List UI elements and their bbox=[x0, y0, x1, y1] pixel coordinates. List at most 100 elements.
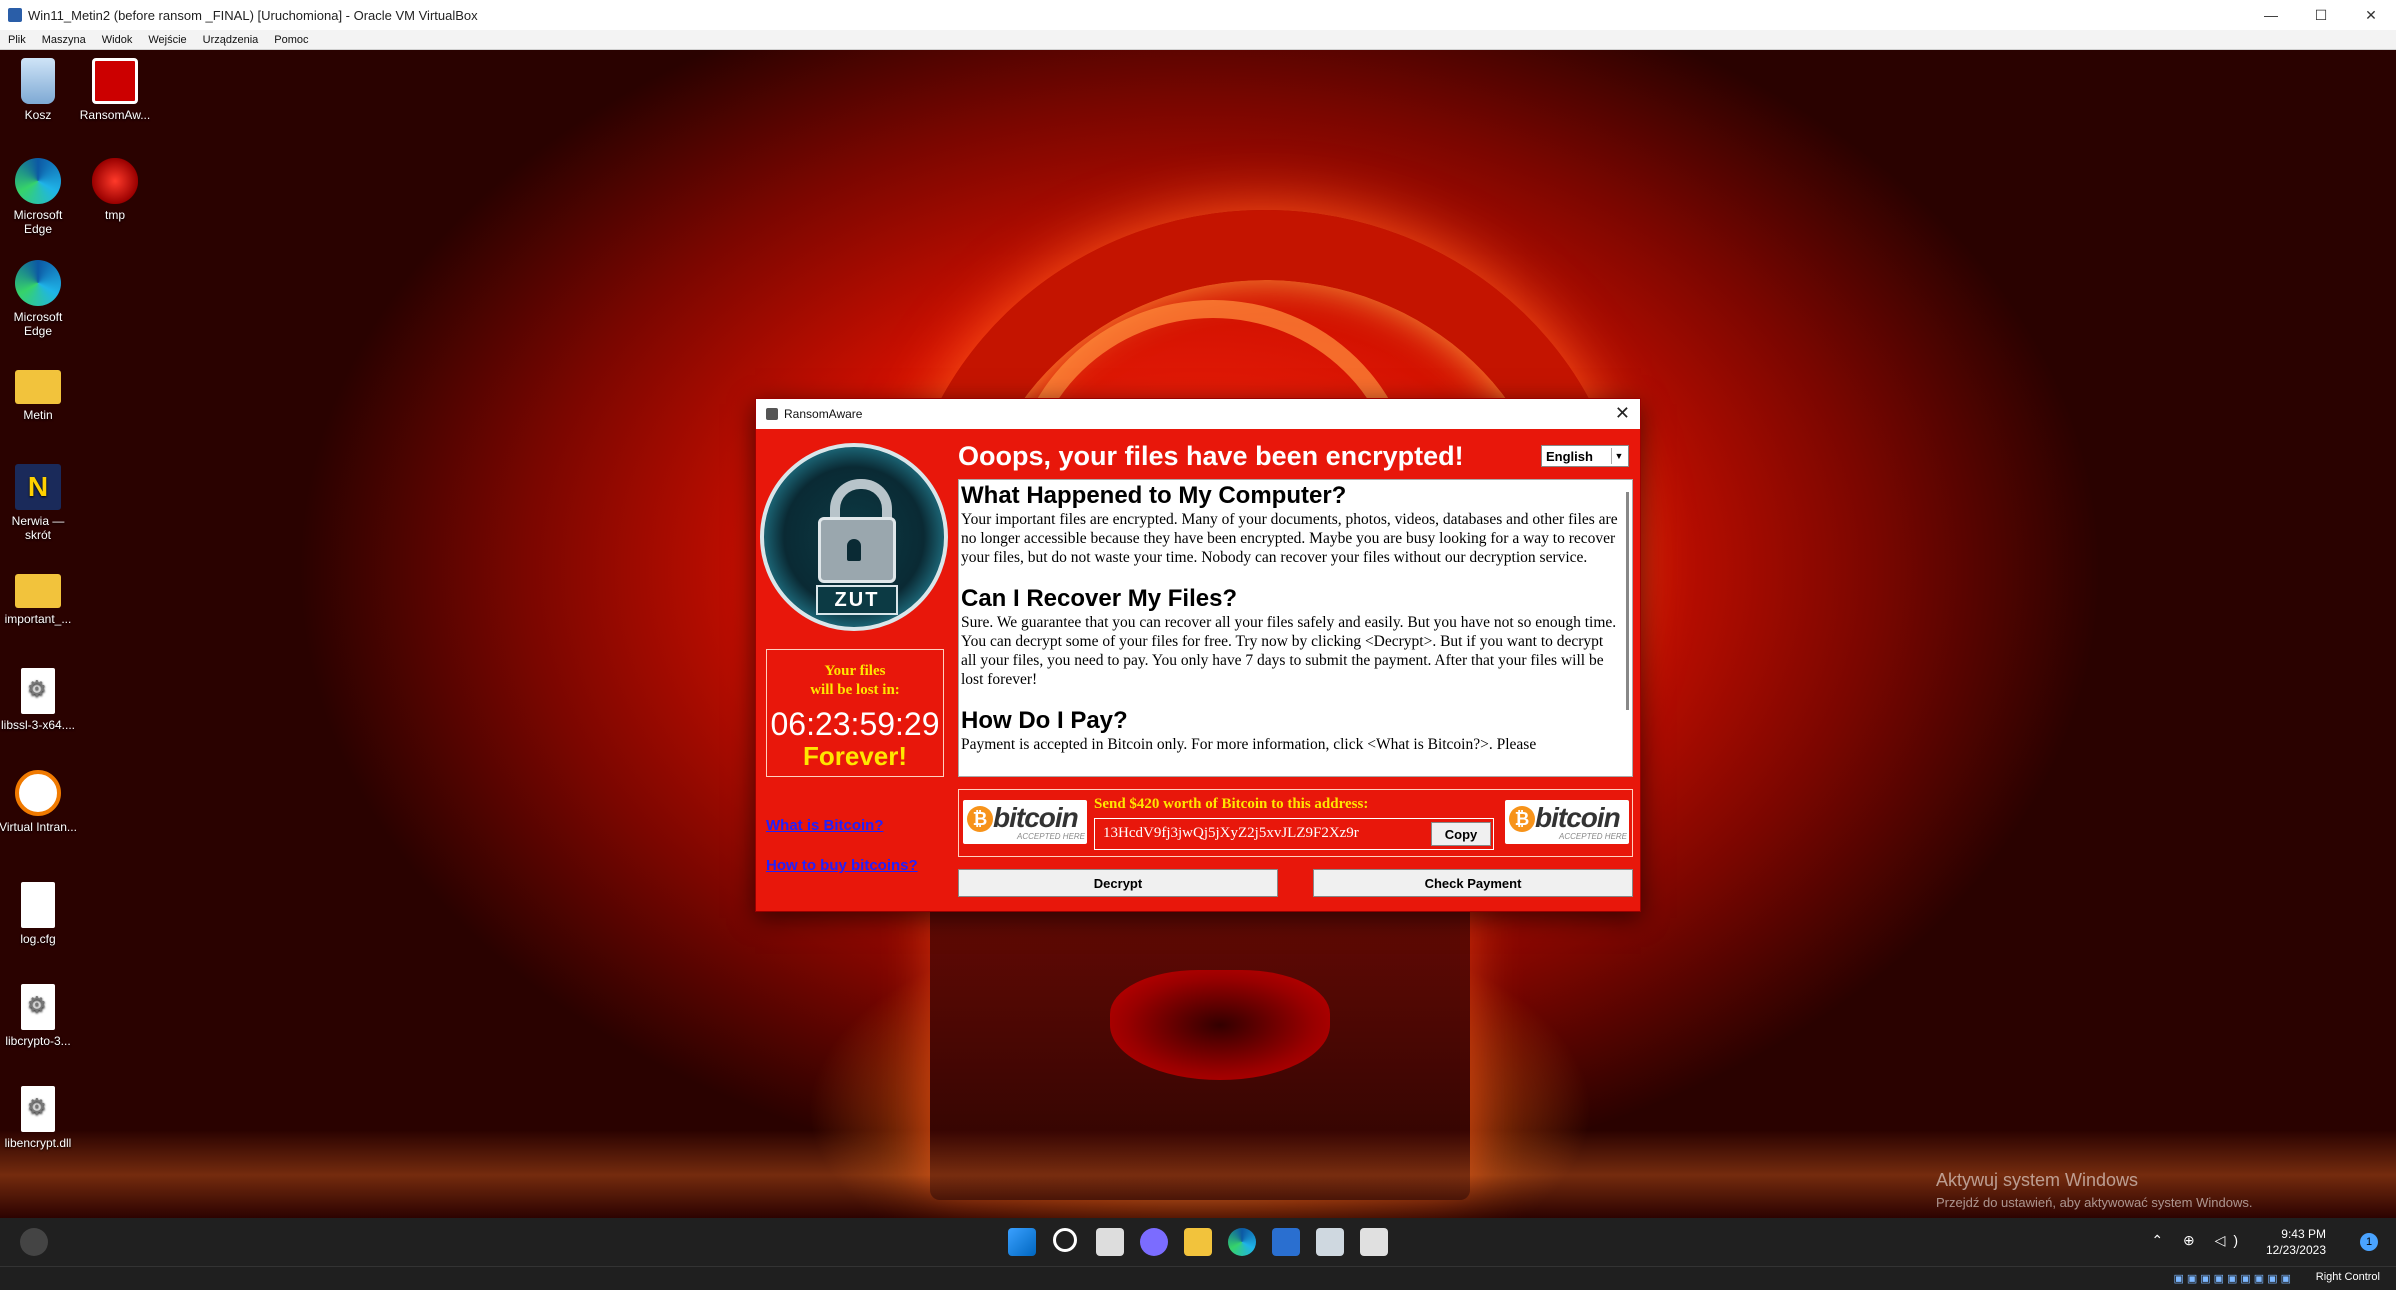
recycle-bin-icon bbox=[21, 58, 55, 104]
what-is-bitcoin-link[interactable]: What is Bitcoin? bbox=[766, 817, 884, 834]
desktop-icon-important[interactable]: important_... bbox=[0, 566, 78, 626]
bitcoin-sub: ACCEPTED HERE bbox=[1017, 832, 1086, 841]
ransomaware-titlebar: RansomAware ✕ bbox=[756, 399, 1640, 429]
desktop-icon-libcrypto[interactable]: libcrypto-3... bbox=[0, 984, 78, 1048]
ransom-headline: Ooops, your files have been encrypted! bbox=[958, 441, 1464, 471]
edge-icon bbox=[15, 260, 61, 306]
desktop-icon-label: RansomAw... bbox=[79, 108, 151, 122]
ransom-note-text[interactable]: What Happened to My Computer? Your impor… bbox=[958, 479, 1633, 777]
menu-wejscie[interactable]: Wejście bbox=[140, 34, 194, 46]
vbox-device-icons[interactable]: ▣▣▣▣▣▣▣▣▣ bbox=[2173, 1272, 2294, 1285]
countdown-box: Your files will be lost in: 06:23:59:29 … bbox=[766, 649, 944, 777]
payment-box: ₿ bitcoin ACCEPTED HERE Send $420 worth … bbox=[958, 789, 1633, 857]
keyhole-icon bbox=[847, 539, 861, 561]
menu-urzadzenia[interactable]: Urządzenia bbox=[195, 34, 267, 46]
timer-label-line1: Your files bbox=[824, 663, 886, 679]
desktop-icon-edge-2[interactable]: Microsoft Edge bbox=[0, 260, 78, 338]
desktop-icon-label: libencrypt.dll bbox=[4, 1136, 72, 1150]
scrollbar[interactable] bbox=[1626, 492, 1629, 710]
system-tray-icons[interactable]: ⌃ ⊕ ◁) bbox=[2151, 1232, 2246, 1249]
vbox-statusbar: ▣▣▣▣▣▣▣▣▣ Right Control bbox=[0, 1266, 2396, 1290]
nerwia-icon: N bbox=[15, 464, 61, 510]
chevron-down-icon: ▼ bbox=[1611, 448, 1626, 464]
desktop-icon-label: Kosz bbox=[24, 108, 52, 122]
task-view-icon[interactable] bbox=[1096, 1228, 1124, 1256]
file-explorer-icon[interactable] bbox=[1184, 1228, 1212, 1256]
bitcoin-accepted-badge-right: ₿ bitcoin ACCEPTED HERE bbox=[1505, 800, 1629, 844]
bitcoin-address-field[interactable]: 13HcdV9fj3jwQj5jXyZ2j5xvJLZ9F2Xz9r Copy bbox=[1094, 818, 1494, 850]
desktop-icon-nerwia[interactable]: N Nerwia — skrót bbox=[0, 464, 78, 542]
vbox-menubar: Plik Maszyna Widok Wejście Urządzenia Po… bbox=[0, 30, 2396, 50]
check-payment-button[interactable]: Check Payment bbox=[1313, 869, 1633, 897]
clock-time: 9:43 PM bbox=[2281, 1227, 2326, 1241]
minimize-button[interactable]: — bbox=[2246, 0, 2296, 30]
bitcoin-icon: ₿ bbox=[1509, 806, 1535, 832]
menu-pomoc[interactable]: Pomoc bbox=[266, 34, 316, 46]
desktop-icon-metin[interactable]: Metin bbox=[0, 362, 78, 422]
folder-icon bbox=[15, 370, 61, 404]
bitcoin-accepted-badge: ₿ bitcoin ACCEPTED HERE bbox=[963, 800, 1087, 844]
section-body: Sure. We guarantee that you can recover … bbox=[961, 614, 1617, 688]
close-icon[interactable]: ✕ bbox=[1615, 403, 1630, 424]
folder-icon bbox=[15, 574, 61, 608]
desktop-icon-label: Nerwia — skrót bbox=[11, 514, 65, 542]
desktop-icon-label: Microsoft Edge bbox=[13, 208, 63, 236]
menu-maszyna[interactable]: Maszyna bbox=[34, 34, 94, 46]
activation-watermark-subtitle: Przejdź do ustawień, aby aktywować syste… bbox=[1936, 1195, 2253, 1210]
notification-badge[interactable]: 1 bbox=[2360, 1233, 2378, 1251]
dll-icon bbox=[21, 984, 55, 1030]
logo-text: ZUT bbox=[816, 585, 898, 615]
edge-taskbar-icon[interactable] bbox=[1228, 1228, 1256, 1256]
vpn-icon bbox=[15, 770, 61, 816]
ransomaware-window: RansomAware ✕ ZUT Your files will be los… bbox=[755, 398, 1641, 912]
desktop-icon-label: log.cfg bbox=[20, 932, 56, 946]
ransomaware-icon bbox=[92, 58, 138, 104]
desktop-icon-ransomaware[interactable]: RansomAw... bbox=[75, 58, 155, 122]
desktop-icon-edge[interactable]: Microsoft Edge bbox=[0, 158, 78, 236]
desktop-icon-tmp[interactable]: tmp bbox=[75, 158, 155, 222]
desktop-icon-label: important_... bbox=[4, 612, 72, 626]
host-key-label: Right Control bbox=[2315, 1271, 2380, 1283]
widgets-icon[interactable] bbox=[20, 1228, 48, 1256]
tmp-icon bbox=[92, 158, 138, 204]
ransomaware-taskbar-icon[interactable] bbox=[1360, 1228, 1388, 1256]
menu-plik[interactable]: Plik bbox=[0, 34, 34, 46]
edge-icon bbox=[15, 158, 61, 204]
vbox-window-title: Win11_Metin2 (before ransom _FINAL) [Uru… bbox=[28, 7, 478, 23]
zut-logo: ZUT bbox=[760, 443, 948, 631]
desktop-icon-virtual-intranet[interactable]: Virtual Intran... bbox=[0, 770, 78, 834]
desktop-icon-log-cfg[interactable]: log.cfg bbox=[0, 882, 78, 946]
chat-icon[interactable] bbox=[1140, 1228, 1168, 1256]
desktop-icon-recycle-bin[interactable]: Kosz bbox=[0, 58, 78, 122]
decrypt-button[interactable]: Decrypt bbox=[958, 869, 1278, 897]
desktop-icon-libssl[interactable]: libssl-3-x64.... bbox=[0, 668, 78, 732]
bitcoin-sub: ACCEPTED HERE bbox=[1559, 832, 1628, 841]
timer-label-line2: will be lost in: bbox=[810, 682, 900, 698]
bitcoin-icon: ₿ bbox=[967, 806, 993, 832]
section-body: Payment is accepted in Bitcoin only. For… bbox=[961, 736, 1537, 753]
how-to-buy-bitcoins-link[interactable]: How to buy bitcoins? bbox=[766, 857, 918, 874]
section-heading: Can I Recover My Files? bbox=[961, 585, 1238, 612]
desktop-icon-libencrypt[interactable]: libencrypt.dll bbox=[0, 1086, 78, 1150]
store-icon[interactable] bbox=[1272, 1228, 1300, 1256]
countdown-timer: 06:23:59:29 bbox=[770, 706, 940, 742]
start-icon[interactable] bbox=[1008, 1228, 1036, 1256]
bitcoin-word: bitcoin bbox=[993, 802, 1079, 833]
windows-taskbar: ⌃ ⊕ ◁) 9:43 PM 12/23/2023 1 bbox=[0, 1218, 2396, 1266]
copy-button[interactable]: Copy bbox=[1431, 822, 1491, 846]
clock[interactable]: 9:43 PM 12/23/2023 bbox=[2266, 1226, 2326, 1258]
send-amount-label: Send $420 worth of Bitcoin to this addre… bbox=[1094, 796, 1369, 812]
photos-icon[interactable] bbox=[1316, 1228, 1344, 1256]
menu-widok[interactable]: Widok bbox=[94, 34, 141, 46]
virtualbox-icon bbox=[8, 8, 22, 22]
desktop-icon-label: tmp bbox=[104, 208, 125, 222]
wallpaper-mouth bbox=[1110, 970, 1330, 1080]
bitcoin-address: 13HcdV9fj3jwQj5jXyZ2j5xvJLZ9F2Xz9r bbox=[1103, 825, 1359, 841]
section-heading: What Happened to My Computer? bbox=[961, 482, 1347, 509]
search-icon[interactable] bbox=[1053, 1228, 1077, 1252]
maximize-button[interactable]: ☐ bbox=[2296, 0, 2346, 30]
language-select[interactable]: English ▼ bbox=[1541, 445, 1629, 467]
section-heading: How Do I Pay? bbox=[961, 707, 1128, 734]
section-body: Your important files are encrypted. Many… bbox=[961, 511, 1618, 566]
close-button[interactable]: ✕ bbox=[2346, 0, 2396, 30]
